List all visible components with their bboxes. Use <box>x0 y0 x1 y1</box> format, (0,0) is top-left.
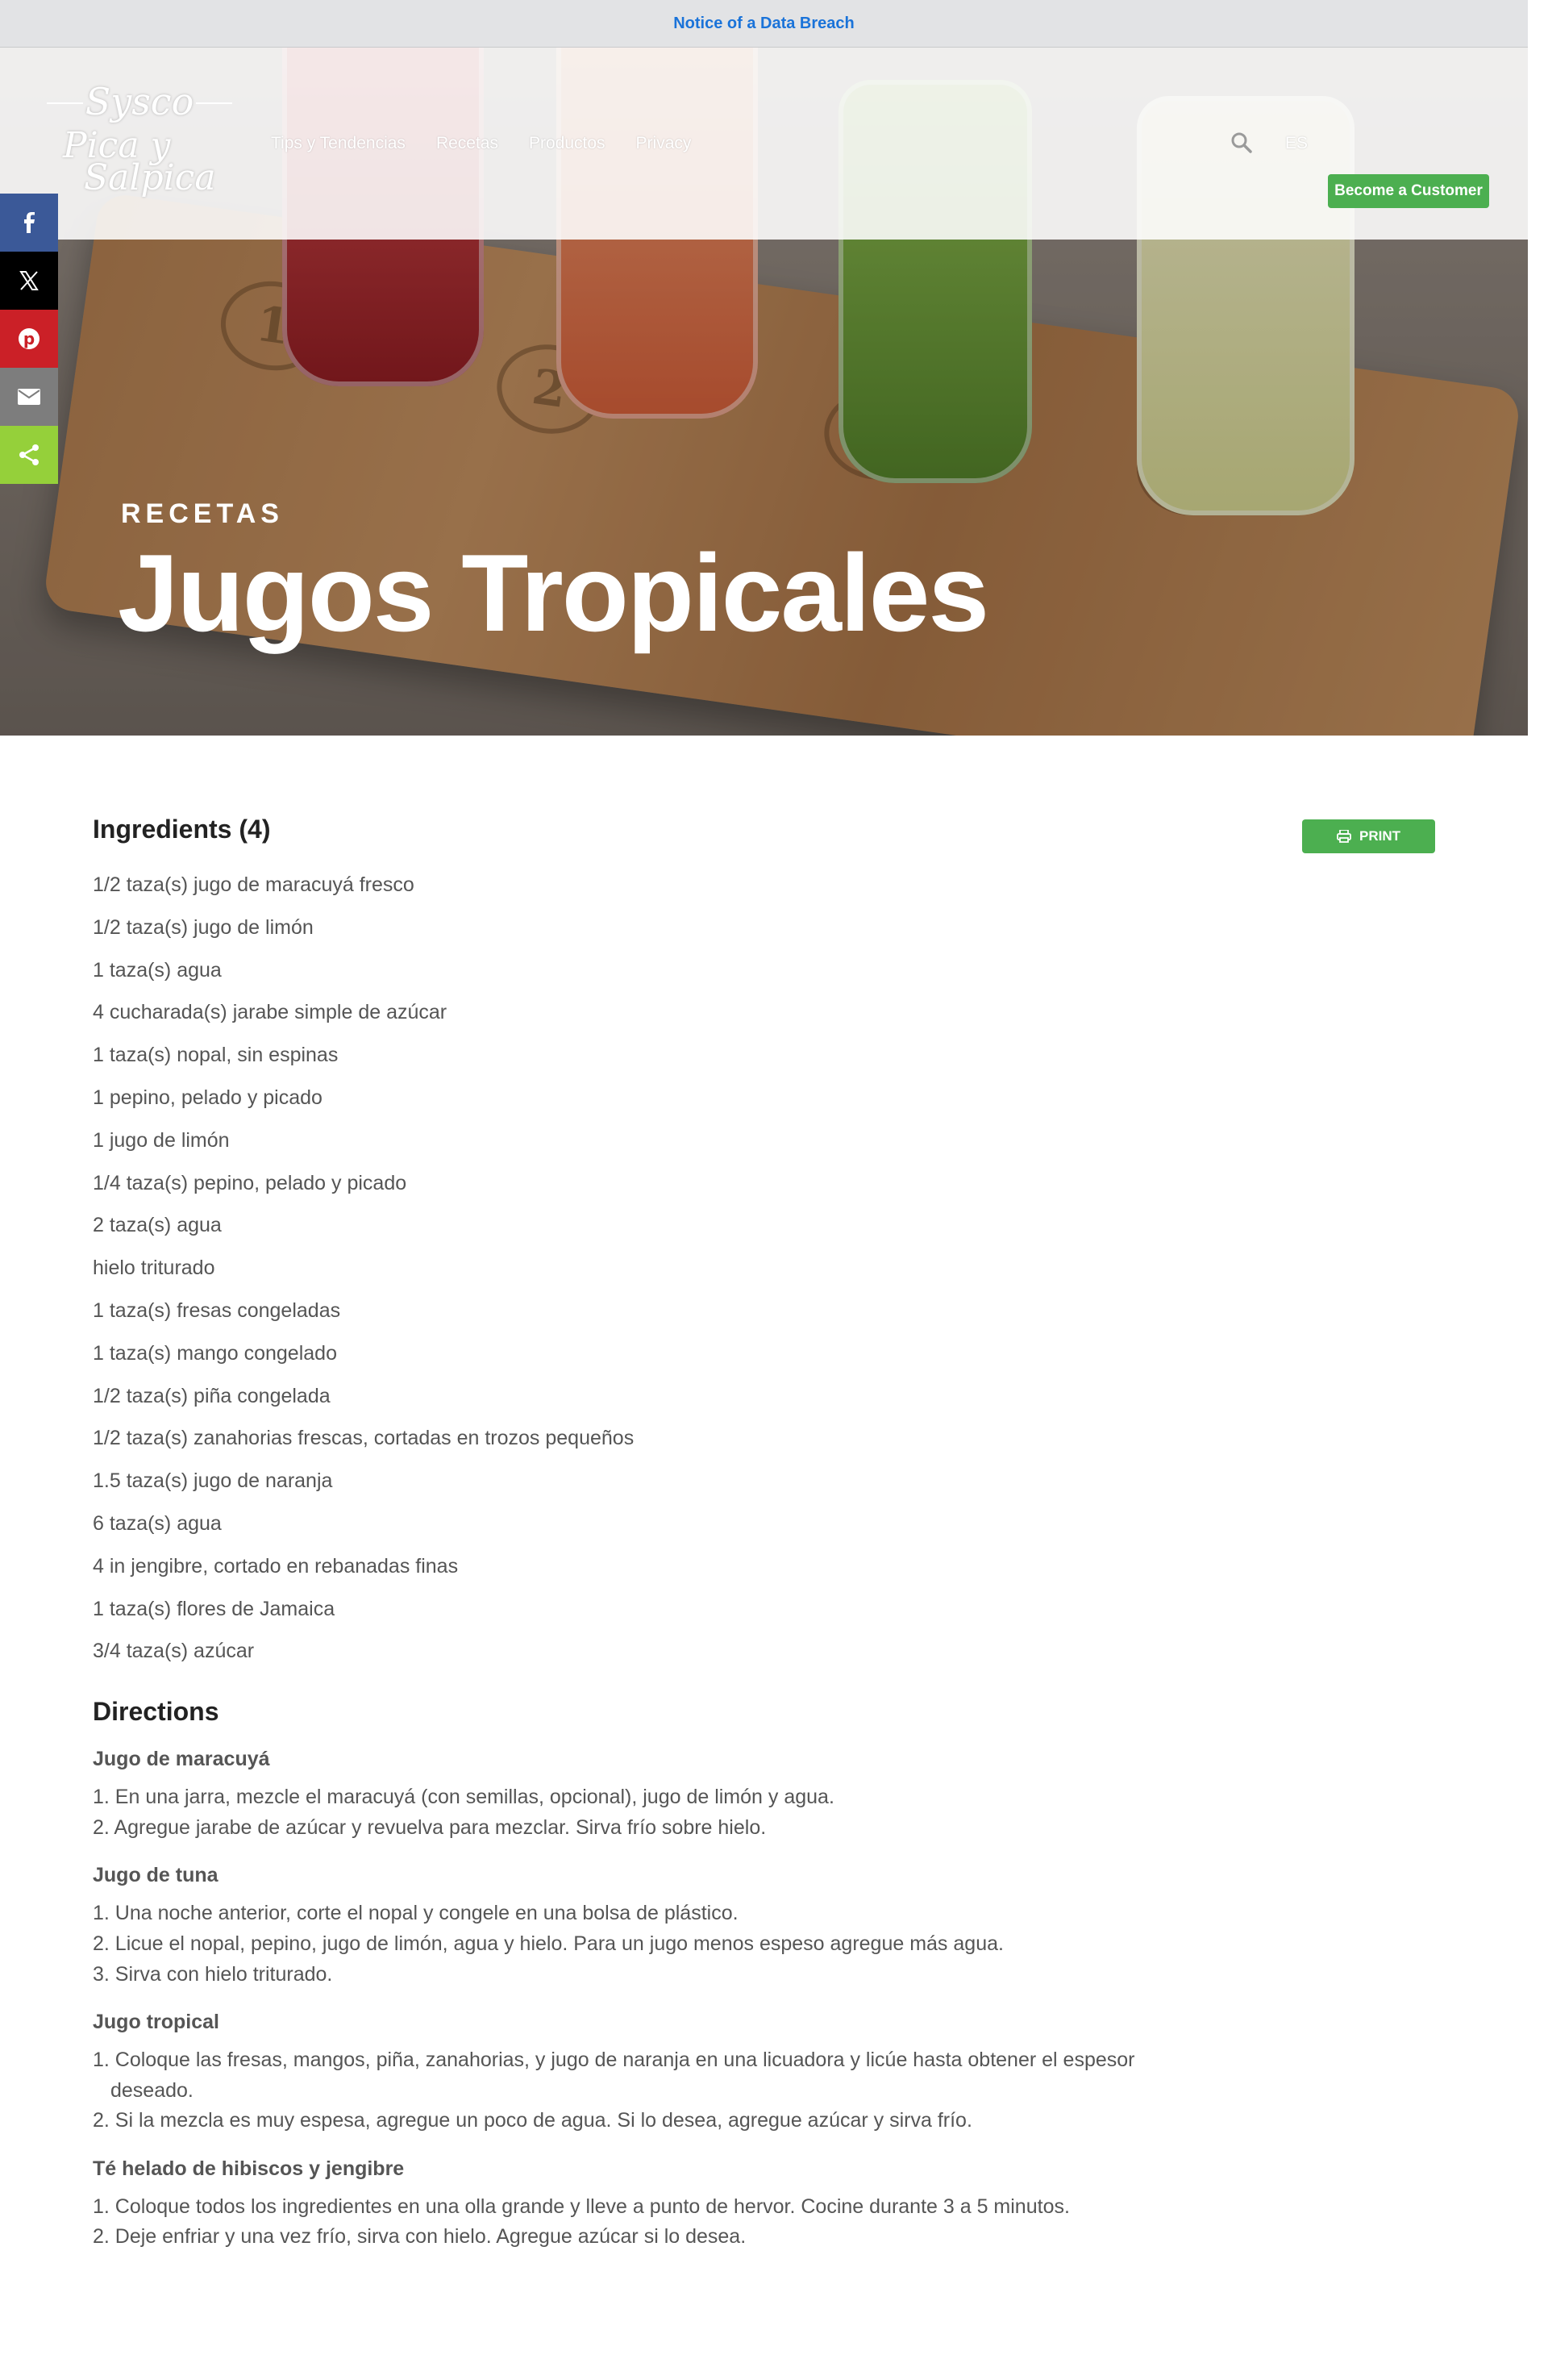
email-icon <box>18 389 40 405</box>
facebook-share-button[interactable] <box>0 194 58 252</box>
ingredient-item: 1/2 taza(s) jugo de limón <box>93 915 314 939</box>
pinterest-icon: p <box>19 328 40 349</box>
search-icon[interactable] <box>1230 131 1253 154</box>
main-nav: Tips y Tendencias Recetas Productos Priv… <box>271 134 691 153</box>
ingredient-item: 6 taza(s) agua <box>93 1511 222 1535</box>
logo-sysco-text: Sysco <box>47 80 232 123</box>
ingredient-item: 1 jugo de limón <box>93 1128 230 1152</box>
direction-step: 2. Licue el nopal, pepino, jugo de limón… <box>93 1932 1004 1955</box>
nav-item-privacy[interactable]: Privacy <box>636 134 692 153</box>
logo-brand-text: Pica y Salpica <box>63 128 216 198</box>
ingredient-item: 2 taza(s) agua <box>93 1214 222 1237</box>
direction-step: 1. Coloque todos los ingredientes en una… <box>93 2195 1070 2218</box>
direction-steps: 1. Coloque las fresas, mangos, piña, zan… <box>93 2045 1435 2136</box>
ingredient-item: 1 taza(s) flores de Jamaica <box>93 1597 335 1620</box>
pinterest-share-button[interactable]: p <box>0 310 58 368</box>
direction-step: 2. Agregue jarabe de azúcar y revuelva p… <box>93 1815 767 1839</box>
ingredient-item: 4 cucharada(s) jarabe simple de azúcar <box>93 1001 447 1024</box>
direction-step: 2. Si la mezcla es muy espesa, agregue u… <box>93 2109 972 2132</box>
directions-section: Directions Jugo de maracuyá 1. En una ja… <box>93 1697 1435 2253</box>
direction-step: 2. Deje enfriar y una vez frío, sirva co… <box>93 2225 747 2249</box>
ingredient-item: 3/4 taza(s) azúcar <box>93 1640 255 1663</box>
ingredient-item: 1.5 taza(s) jugo de naranja <box>93 1469 333 1493</box>
x-share-button[interactable] <box>0 252 58 310</box>
direction-step: 1. Una noche anterior, corte el nopal y … <box>93 1902 739 1925</box>
become-customer-button[interactable]: Become a Customer <box>1328 174 1489 208</box>
social-share-bar: p <box>0 194 58 484</box>
nav-item-tips[interactable]: Tips y Tendencias <box>271 134 406 153</box>
direction-steps: 1. En una jarra, mezcle el maracuyá (con… <box>93 1782 1435 1843</box>
direction-steps: 1. Una noche anterior, corte el nopal y … <box>93 1899 1435 1990</box>
ingredient-item: 1 taza(s) nopal, sin espinas <box>93 1044 339 1067</box>
ingredient-item: hielo triturado <box>93 1257 215 1280</box>
more-share-button[interactable] <box>0 426 58 484</box>
directions-heading: Directions <box>93 1697 219 1727</box>
ingredient-item: 1 pepino, pelado y picado <box>93 1086 322 1109</box>
direction-section-title: Jugo de tuna <box>93 1864 218 1887</box>
ingredient-item: 1 taza(s) mango congelado <box>93 1341 337 1365</box>
ingredient-item: 1/2 taza(s) piña congelada <box>93 1384 331 1407</box>
ingredients-list: 1/2 taza(s) jugo de maracuyá fresco 1/2 … <box>93 864 1435 1673</box>
ingredient-item: 1 taza(s) fresas congeladas <box>93 1298 341 1322</box>
data-breach-notice-link[interactable]: Notice of a Data Breach <box>673 15 855 33</box>
print-button[interactable]: PRINT <box>1302 819 1435 853</box>
site-logo[interactable]: Sysco Pica y Salpica <box>47 80 240 209</box>
data-breach-notice-bar: Notice of a Data Breach <box>0 0 1528 48</box>
hero-category[interactable]: RECETAS <box>121 498 284 530</box>
facebook-icon <box>24 212 35 233</box>
site-header: Sysco Pica y Salpica Tips y Tendencias R… <box>0 48 1528 240</box>
nav-item-recetas[interactable]: Recetas <box>436 134 498 153</box>
ingredients-heading: Ingredients (4) <box>93 815 271 844</box>
logo-brand-line-2: Salpica <box>84 157 216 198</box>
printer-icon <box>1337 830 1351 843</box>
share-icon <box>19 444 39 465</box>
direction-steps: 1. Coloque todos los ingredientes en una… <box>93 2192 1435 2253</box>
svg-text:p: p <box>23 329 35 348</box>
ingredient-item: 1/4 taza(s) pepino, pelado y picado <box>93 1171 407 1194</box>
recipe-content: Ingredients (4) PRINT 1/2 taza(s) jugo d… <box>93 815 1435 2253</box>
direction-step: 3. Sirva con hielo triturado. <box>93 1962 333 1986</box>
direction-step: 1. En una jarra, mezcle el maracuyá (con… <box>93 1786 834 1809</box>
ingredient-item: 1 taza(s) agua <box>93 958 222 982</box>
direction-section-title: Jugo tropical <box>93 2011 219 2034</box>
direction-step: 1. Coloque las fresas, mangos, piña, zan… <box>93 2049 1135 2102</box>
direction-section-title: Té helado de hibiscos y jengibre <box>93 2157 405 2180</box>
ingredient-item: 1/2 taza(s) jugo de maracuyá fresco <box>93 873 414 896</box>
direction-section-title: Jugo de maracuyá <box>93 1748 270 1771</box>
page-title: Jugos Tropicales <box>118 531 989 654</box>
nav-item-productos[interactable]: Productos <box>529 134 605 153</box>
print-button-label: PRINT <box>1359 828 1400 844</box>
email-share-button[interactable] <box>0 368 58 426</box>
ingredient-item: 1/2 taza(s) zanahorias frescas, cortadas… <box>93 1427 635 1450</box>
x-icon <box>19 271 39 290</box>
ingredient-item: 4 in jengibre, cortado en rebanadas fina… <box>93 1554 459 1578</box>
language-switch[interactable]: ES <box>1285 134 1308 153</box>
